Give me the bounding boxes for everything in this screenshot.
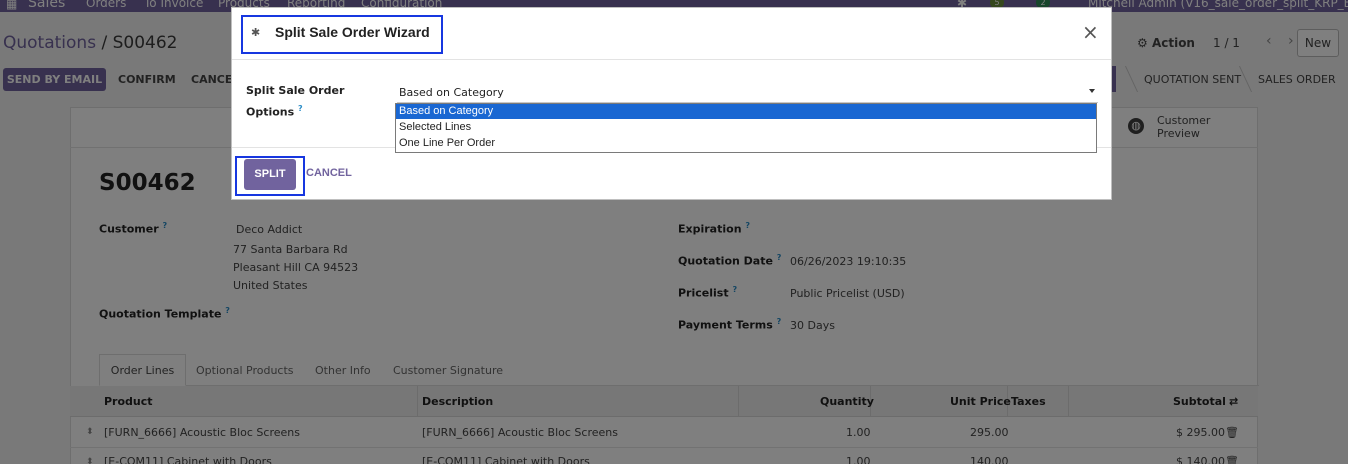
- split-options-select[interactable]: Based on Category: [397, 83, 1098, 103]
- option-selected-lines[interactable]: Selected Lines: [396, 120, 1096, 135]
- split-button[interactable]: SPLIT: [244, 159, 296, 190]
- option-based-on-category[interactable]: Based on Category: [396, 104, 1096, 119]
- bug-icon: ✱: [251, 26, 261, 39]
- dialog-title: Split Sale Order Wizard: [275, 24, 430, 40]
- split-options-dropdown[interactable]: Based on Category Selected Lines One Lin…: [395, 103, 1097, 153]
- chevron-down-icon[interactable]: [1089, 89, 1095, 93]
- option-one-line-per-order[interactable]: One Line Per Order: [396, 136, 1096, 151]
- split-options-value: Based on Category: [399, 86, 504, 99]
- close-icon[interactable]: ×: [1082, 22, 1099, 42]
- cancel-button[interactable]: CANCEL: [306, 167, 352, 179]
- split-options-label: Split Sale Order Options ?: [246, 84, 345, 119]
